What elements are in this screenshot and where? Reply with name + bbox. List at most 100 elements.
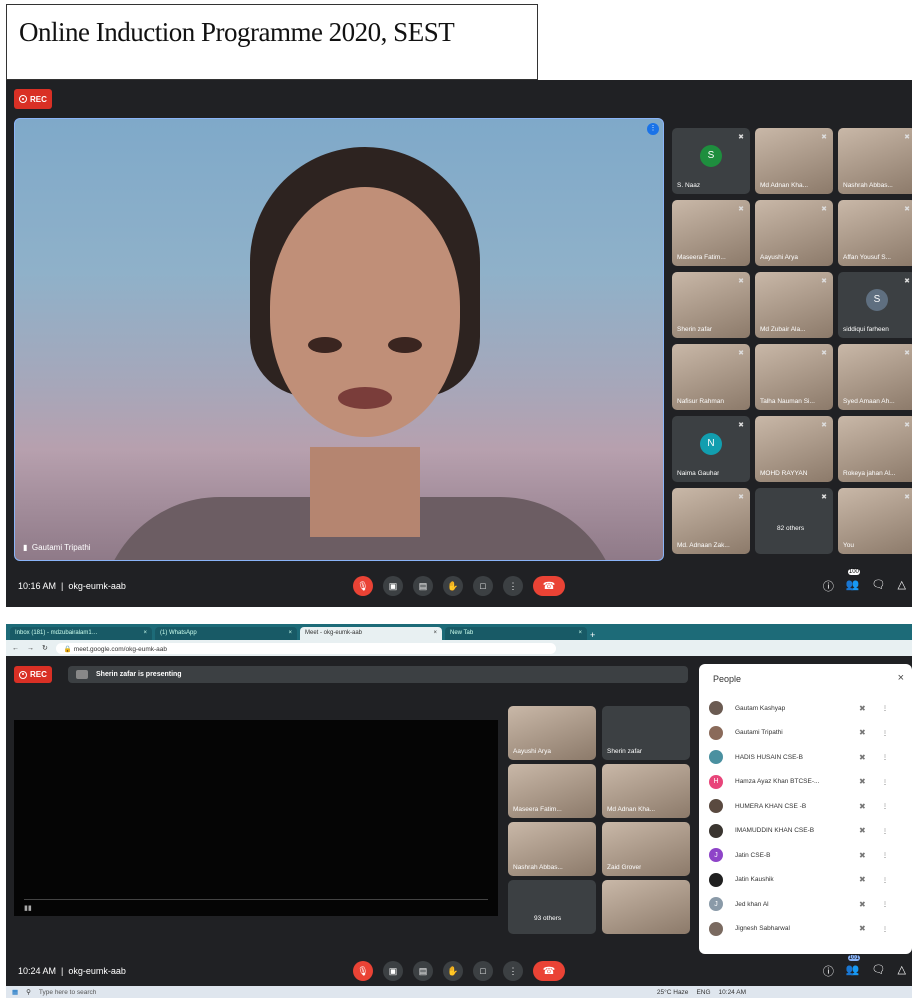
participant-tile[interactable]: Sherin zafar	[602, 706, 690, 760]
people-list-item[interactable]: Gautam Kashyap ✖ ⋮	[709, 698, 901, 718]
people-list-item[interactable]: HUMERA KHAN CSE -B ✖ ⋮	[709, 796, 901, 816]
forward-icon[interactable]: →	[27, 645, 34, 652]
participant-tile[interactable]: ✖ Nashrah Abbas...	[838, 128, 912, 194]
more-options-icon[interactable]: ⋮	[882, 827, 889, 835]
browser-tab[interactable]: New Tab ×	[445, 627, 587, 640]
people-list-item[interactable]: Jatin Kaushik ✖ ⋮	[709, 870, 901, 890]
meet-toolbar: 10:24 AM | okg-eumk-aab 🎙 ▣ ▤ ✋ □ ⋮ ☎ ⓘ …	[6, 955, 912, 986]
taskbar-search-box[interactable]: Type here to search	[39, 989, 229, 996]
participant-tile[interactable]	[602, 880, 690, 934]
activities-icon[interactable]: △	[898, 963, 906, 979]
participant-name: Md Adnan Kha...	[760, 182, 809, 189]
participant-tile[interactable]: ✖ Syed Amaan Ah...	[838, 344, 912, 410]
leave-call-button[interactable]: ☎	[533, 961, 565, 981]
present-button[interactable]: □	[473, 961, 493, 981]
participant-tile[interactable]: Aayushi Arya	[508, 706, 596, 760]
browser-tab-active[interactable]: Meet - okg-eumk-aab ×	[300, 627, 442, 640]
participant-tile[interactable]: Maseera Fatim...	[508, 764, 596, 818]
browser-tab[interactable]: (1) WhatsApp ×	[155, 627, 297, 640]
participant-tile[interactable]: S ✖ siddiqui farheen	[838, 272, 912, 338]
people-list-item[interactable]: Gautami Tripathi ✖ ⋮	[709, 723, 901, 743]
info-icon[interactable]: ⓘ	[823, 963, 834, 979]
participant-tile[interactable]: ✖ Md Zubair Ala...	[755, 272, 833, 338]
camera-button[interactable]: ▣	[383, 576, 403, 596]
participant-tile[interactable]: Md Adnan Kha...	[602, 764, 690, 818]
captions-button[interactable]: ▤	[413, 961, 433, 981]
raise-hand-button[interactable]: ✋	[443, 576, 463, 596]
mic-off-button[interactable]: 🎙	[353, 961, 373, 981]
people-list-item[interactable]: IMAMUDDIN KHAN CSE-B ✖ ⋮	[709, 821, 901, 841]
participant-tile[interactable]: N ✖ Naima Gauhar	[672, 416, 750, 482]
chat-icon[interactable]: 🗨	[872, 578, 886, 594]
close-icon[interactable]: ×	[898, 672, 904, 684]
main-speaker-tile[interactable]: ⋮ ▮ Gautami Tripathi	[14, 118, 664, 561]
participant-tile[interactable]: ✖ 82 others	[755, 488, 833, 554]
participant-name: Maseera Fatim...	[677, 254, 726, 261]
people-icon[interactable]: 👥 101	[846, 955, 860, 979]
participant-tile[interactable]: ✖ Aayushi Arya	[755, 200, 833, 266]
more-options-icon[interactable]: ⋮	[882, 925, 889, 933]
captions-button[interactable]: ▤	[413, 576, 433, 596]
participant-tile[interactable]: Nashrah Abbas...	[508, 822, 596, 876]
people-list-item[interactable]: H Hamza Ayaz Khan BTCSE-... ✖ ⋮	[709, 772, 901, 792]
mic-muted-icon: ✖	[738, 350, 744, 357]
more-options-button[interactable]: ⋮	[503, 961, 523, 981]
more-options-icon[interactable]: ⋮	[882, 704, 889, 712]
participant-tile[interactable]: ✖ Talha Nauman Si...	[755, 344, 833, 410]
people-list-item[interactable]: HADIS HUSAIN CSE-B ✖ ⋮	[709, 747, 901, 767]
presenter-avatar	[76, 670, 88, 679]
participant-tile[interactable]: ✖ Maseera Fatim...	[672, 200, 750, 266]
participant-tile[interactable]: 93 others	[508, 880, 596, 934]
people-icon[interactable]: 👥 100	[846, 569, 860, 594]
more-options-icon[interactable]: ⋮	[882, 729, 889, 737]
people-list-item[interactable]: J Jed khan Al ✖ ⋮	[709, 894, 901, 914]
participant-tile[interactable]: ✖ MOHD RAYYAN	[755, 416, 833, 482]
video-progress-bar[interactable]	[24, 899, 488, 900]
participant-tile[interactable]: Zaid Grover	[602, 822, 690, 876]
participant-tile[interactable]: ✖ You	[838, 488, 912, 554]
speaker-name-tag: ▮ Gautami Tripathi	[23, 543, 91, 552]
people-list-item[interactable]: Jignesh Sabharwal ✖ ⋮	[709, 919, 901, 939]
participant-tile[interactable]: ✖ Rokeya jahan Al...	[838, 416, 912, 482]
camera-button[interactable]: ▣	[383, 961, 403, 981]
person-name: HUMERA KHAN CSE -B	[735, 802, 807, 810]
more-options-icon[interactable]: ⋮	[882, 876, 889, 884]
participant-tile[interactable]: ✖ Affan Yousuf S...	[838, 200, 912, 266]
more-options-icon[interactable]: ⋮	[882, 802, 889, 810]
raise-hand-button[interactable]: ✋	[443, 961, 463, 981]
more-options-button[interactable]: ⋮	[503, 576, 523, 596]
mic-muted-icon: ✖	[738, 422, 744, 429]
activities-icon[interactable]: △	[898, 578, 906, 594]
leave-call-button[interactable]: ☎	[533, 576, 565, 596]
chat-icon[interactable]: 🗨	[872, 963, 886, 979]
people-list-item[interactable]: J Jatin CSE-B ✖ ⋮	[709, 845, 901, 865]
participant-tile[interactable]: ✖ Md. Adnaan Zak...	[672, 488, 750, 554]
present-button[interactable]: □	[473, 576, 493, 596]
mic-muted-icon: ✖	[904, 350, 910, 357]
mic-muted-icon: ✖	[904, 134, 910, 141]
participant-tile[interactable]: ✖ Nafisur Rahman	[672, 344, 750, 410]
avatar: N	[700, 432, 722, 455]
more-options-icon[interactable]: ⋮	[882, 900, 889, 908]
reload-icon[interactable]: ↻	[42, 644, 48, 652]
shared-screen[interactable]: ▮▮	[14, 720, 498, 916]
info-icon[interactable]: ⓘ	[823, 578, 834, 594]
url-input[interactable]: 🔒 meet.google.com/okg-eumk-aab	[55, 642, 556, 654]
presenting-text: Sherin zafar is presenting	[96, 671, 182, 678]
windows-start-icon[interactable]: ▦	[12, 988, 18, 996]
participant-name: Maseera Fatim...	[513, 806, 562, 813]
participant-tile[interactable]: ✖ Md Adnan Kha...	[755, 128, 833, 194]
mic-muted-icon: ✖	[821, 422, 827, 429]
participant-name: Rokeya jahan Al...	[843, 470, 896, 477]
new-tab-icon[interactable]: +	[590, 630, 595, 640]
browser-tab[interactable]: Inbox (181) - mdzubairalam1… ×	[10, 627, 152, 640]
back-icon[interactable]: ←	[12, 645, 19, 652]
avatar: S	[866, 288, 888, 311]
participant-tile[interactable]: S ✖ S. Naaz	[672, 128, 750, 194]
more-options-icon[interactable]: ⋮	[882, 753, 889, 761]
mic-muted-icon: ✖	[859, 850, 866, 860]
more-options-icon[interactable]: ⋮	[882, 851, 889, 859]
participant-tile[interactable]: ✖ Sherin zafar	[672, 272, 750, 338]
more-options-icon[interactable]: ⋮	[882, 778, 889, 786]
mic-off-button[interactable]: 🎙	[353, 576, 373, 596]
